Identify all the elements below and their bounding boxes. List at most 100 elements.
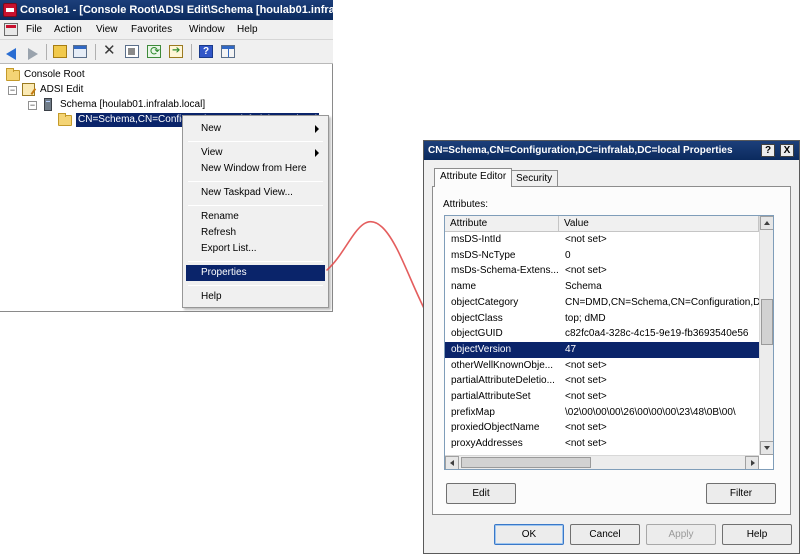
scroll-up-button[interactable] [760,216,773,230]
forward-arrow-icon[interactable] [24,44,41,60]
filter-button[interactable]: Filter [706,483,776,504]
attribute-row[interactable]: partialAttributeSet <not set> [445,389,759,405]
delete-icon[interactable]: ✕ [102,43,119,60]
context-menu-item-new-taskpad[interactable]: New Taskpad View... [186,185,325,201]
column-header-attribute[interactable]: Attribute [445,216,559,232]
mmc-app-icon[interactable] [3,3,17,17]
submenu-arrow-icon [315,149,319,157]
export-list-icon[interactable] [168,44,185,60]
context-menu-item-refresh[interactable]: Refresh [186,225,325,241]
context-menu-item-rename[interactable]: Rename [186,209,325,225]
column-header-value[interactable]: Value [559,216,759,232]
attribute-row[interactable]: proxiedObjectName <not set> [445,420,759,436]
menu-file[interactable]: File [24,23,44,37]
properties-icon[interactable] [124,44,141,60]
attribute-row[interactable]: objectClass top; dMD [445,311,759,327]
submenu-arrow-icon [315,125,319,133]
console-document-icon[interactable] [4,23,18,36]
context-menu-item-new-window[interactable]: New Window from Here [186,161,325,177]
show-hide-action-pane-icon[interactable] [220,44,237,60]
attribute-row[interactable]: msDS-IntId <not set> [445,232,759,248]
attribute-value: <not set> [565,359,607,371]
horizontal-scroll-thumb[interactable] [461,457,591,468]
context-menu-item-new[interactable]: New [186,121,325,137]
tree-label-console-root: Console Root [24,69,85,80]
console-title-text: Console1 - [Console Root\ADSI Edit\Schem… [20,4,333,16]
vertical-scrollbar[interactable] [759,216,773,455]
menu-window[interactable]: Window [187,23,227,37]
refresh-icon[interactable] [146,44,163,60]
attribute-row[interactable]: objectCategory CN=DMD,CN=Schema,CN=Config… [445,295,759,311]
adsi-edit-icon [22,83,35,96]
attribute-row[interactable]: name Schema [445,279,759,295]
menu-action[interactable]: Action [52,23,84,37]
cancel-button[interactable]: Cancel [570,524,640,545]
tree-item-console-root[interactable]: Console Root [6,68,306,82]
attribute-name: otherWellKnownObje... [451,359,554,371]
dialog-help-button[interactable]: ? [761,144,775,157]
attribute-value: <not set> [565,438,607,450]
toolbar-separator [95,44,96,60]
screenshot-root: Console1 - [Console Root\ADSI Edit\Schem… [0,0,800,554]
attribute-list[interactable]: Attribute Value msDS-IntId <not set> msDS-… [444,215,774,470]
ok-button[interactable]: OK [494,524,564,545]
menu-help[interactable]: Help [235,23,260,37]
attribute-row[interactable]: proxyAddresses <not set> [445,436,759,452]
console-title-bar[interactable]: Console1 - [Console Root\ADSI Edit\Schem… [0,0,333,20]
attribute-row[interactable]: msDs-Schema-Extens... <not set> [445,263,759,279]
attribute-value: Schema [565,281,602,293]
menu-favorites[interactable]: Favorites [129,23,174,37]
attributes-label: Attributes: [443,199,489,210]
dialog-close-button[interactable]: X [780,144,794,157]
up-folder-icon[interactable] [52,44,69,60]
attribute-name: partialAttributeSet [451,391,531,402]
edit-button[interactable]: Edit [446,483,516,504]
apply-button[interactable]: Apply [646,524,716,545]
scroll-left-button[interactable] [445,456,459,469]
attribute-value: \02\00\00\00\26\00\00\00\23\48\0B\00\ [565,406,736,418]
server-icon [44,98,52,111]
attribute-name: prefixMap [451,406,495,418]
attribute-row[interactable]: objectGUID c82fc0a4-328c-4c15-9e19-fb3693… [445,326,759,342]
scroll-right-button[interactable] [745,456,759,469]
attribute-name: objectCategory [451,296,519,308]
attribute-row[interactable]: prefixMap \02\00\00\00\26\00\00\00\23\48\… [445,405,759,421]
dialog-title-text: CN=Schema,CN=Configuration,DC=infralab,D… [428,145,733,156]
toolbar-separator [46,44,47,60]
console-menu-bar: File Action View Favorites Window Help [0,20,333,40]
attribute-value: <not set> [565,391,607,402]
help-button[interactable]: Help [722,524,792,545]
menu-separator [188,205,323,206]
context-menu-item-properties[interactable]: Properties [186,265,325,281]
menu-separator [188,261,323,262]
context-menu-item-view[interactable]: View [186,145,325,161]
help-icon[interactable]: ? [198,44,215,60]
tab-attribute-editor[interactable]: Attribute Editor [434,168,513,187]
context-menu-item-help[interactable]: Help [186,289,325,305]
back-arrow-icon[interactable] [4,44,21,60]
attribute-name: msDS-NcType [451,249,516,261]
context-menu-label: New Taskpad View... [201,187,293,198]
collapse-toggle[interactable]: − [28,101,37,110]
show-hide-console-tree-icon[interactable] [72,44,89,60]
collapse-toggle[interactable]: − [8,86,17,95]
attribute-value: <not set> [565,234,607,245]
attribute-row[interactable]: partialAttributeDeletio... <not set> [445,373,759,389]
context-menu-label: Rename [201,211,239,222]
scroll-down-button[interactable] [760,441,773,455]
attribute-row[interactable]: otherWellKnownObje... <not set> [445,358,759,374]
attribute-row[interactable]: msDS-NcType 0 [445,248,759,264]
attribute-row[interactable]: objectVersion 47 [445,341,759,358]
tree-label-schema: Schema [houlab01.infralab.local] [60,99,206,110]
console-toolbar: ✕ ? [0,40,333,64]
tree-item-adsi-edit[interactable]: − ADSI Edit [6,83,306,97]
menu-view[interactable]: View [94,23,120,37]
scroll-thumb[interactable] [761,299,773,345]
horizontal-scrollbar[interactable] [445,455,759,469]
dialog-title-bar[interactable]: CN=Schema,CN=Configuration,DC=infralab,D… [424,141,799,160]
tree-item-schema[interactable]: − Schema [houlab01.infralab.local] [6,98,326,112]
context-menu-item-export-list[interactable]: Export List... [186,241,325,257]
tab-security[interactable]: Security [510,170,559,187]
attribute-value: c82fc0a4-328c-4c15-9e19-fb3693540e56 [565,328,749,340]
attribute-name: msDS-IntId [451,234,502,245]
